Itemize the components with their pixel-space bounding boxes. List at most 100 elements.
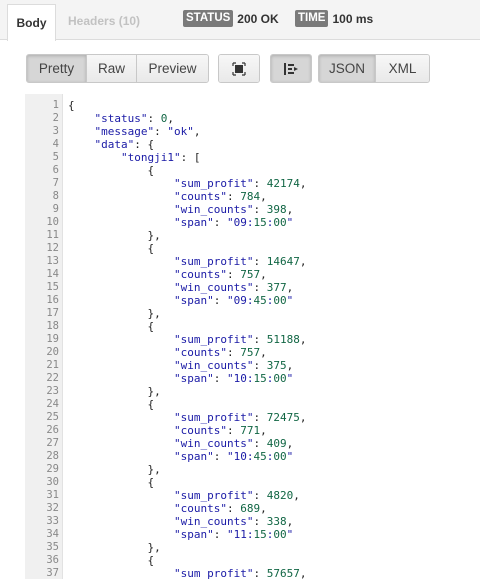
status-label: STATUS <box>183 10 234 27</box>
line-number: 8 <box>52 190 59 202</box>
pretty-button[interactable]: Pretty <box>27 55 87 82</box>
code-text: "span": "09:45:00" <box>173 294 294 307</box>
code-text: "sum_profit": 57657, <box>173 567 307 579</box>
raw-button[interactable]: Raw <box>87 55 137 82</box>
line-number: 11 <box>46 229 59 241</box>
code-text: "span": "10:45:00" <box>173 450 294 463</box>
code-line: 23 }, <box>25 385 480 398</box>
code-line: 29 }, <box>25 463 480 476</box>
code-line: 3 "message": "ok", <box>25 125 480 138</box>
line-number: 25 <box>46 411 59 423</box>
code-line: 19 "sum_profit": 51188, <box>25 333 480 346</box>
code-line: 22 "span": "10:15:00" <box>25 372 480 385</box>
line-number: 26 <box>46 424 59 436</box>
expand-button[interactable] <box>219 55 259 82</box>
line-number: 12 <box>46 242 59 254</box>
line-number: 32 <box>46 502 59 514</box>
line-number: 24 <box>46 398 59 410</box>
code-line: 30 { <box>25 476 480 489</box>
code-text: "sum_profit": 51188, <box>173 333 307 346</box>
response-tab-bar: Body Headers (10) STATUS 200 OK TIME 100… <box>0 0 480 41</box>
code-line: 10 "span": "09:15:00" <box>25 216 480 229</box>
tab-body[interactable]: Body <box>7 4 56 41</box>
code-text: "win_counts": 375, <box>173 359 294 372</box>
code-line: 35 }, <box>25 541 480 554</box>
code-text: "counts": 757, <box>173 346 267 359</box>
code-line: 18 { <box>25 320 480 333</box>
code-text: "counts": 689, <box>173 502 267 515</box>
code-line: 4 "data": { <box>25 138 480 151</box>
code-text: "status": 0, <box>94 112 174 125</box>
line-number: 35 <box>46 541 59 553</box>
line-number: 15 <box>46 281 59 293</box>
code-line: 15 "win_counts": 377, <box>25 281 480 294</box>
code-text: }, <box>68 229 161 242</box>
code-line: 1{ <box>25 99 480 112</box>
code-text: { <box>68 476 155 489</box>
status-value: 200 OK <box>237 11 279 26</box>
code-line: 16 "span": "09:45:00" <box>25 294 480 307</box>
line-number: 33 <box>46 515 59 527</box>
code-text: "counts": 784, <box>173 190 267 203</box>
line-number: 4 <box>52 138 59 150</box>
code-line: 11 }, <box>25 229 480 242</box>
code-text: "tongji1": [ <box>120 151 201 164</box>
line-number: 3 <box>52 125 59 137</box>
expand-button-group <box>218 54 260 83</box>
line-number: 6 <box>52 164 59 176</box>
code-text: "win_counts": 338, <box>173 515 294 528</box>
code-text: "counts": 757, <box>173 268 267 281</box>
line-number: 27 <box>46 437 59 449</box>
code-text: "sum_profit": 72475, <box>173 411 307 424</box>
code-line: 36 { <box>25 554 480 567</box>
wrap-button-group <box>270 54 312 83</box>
code-text: "span": "11:15:00" <box>173 528 294 541</box>
code-text: "span": "09:15:00" <box>173 216 294 229</box>
code-line: 31 "sum_profit": 4820, <box>25 489 480 502</box>
code-text: }, <box>68 307 161 320</box>
code-line: 32 "counts": 689, <box>25 502 480 515</box>
code-text: }, <box>68 541 161 554</box>
code-text: { <box>68 164 155 177</box>
response-code-view[interactable]: 1{2 "status": 0, 3 "message": "ok", 4 "dat… <box>25 94 480 579</box>
code-line: 34 "span": "11:15:00" <box>25 528 480 541</box>
wrap-button[interactable] <box>271 55 311 82</box>
line-number: 5 <box>52 151 59 163</box>
line-number: 2 <box>52 112 59 124</box>
code-line: 21 "win_counts": 375, <box>25 359 480 372</box>
line-number: 13 <box>46 255 59 267</box>
code-line: 37 "sum_profit": 57657, <box>25 567 480 579</box>
code-text: "sum_profit": 4820, <box>173 489 300 502</box>
code-text: "counts": 771, <box>173 424 267 437</box>
line-number: 16 <box>46 294 59 306</box>
format-group: JSON XML <box>318 54 430 83</box>
time-indicator: TIME 100 ms <box>295 10 373 27</box>
code-line: 33 "win_counts": 338, <box>25 515 480 528</box>
code-line: 20 "counts": 757, <box>25 346 480 359</box>
line-number: 28 <box>46 450 59 462</box>
time-label: TIME <box>295 10 329 27</box>
line-number: 19 <box>46 333 59 345</box>
line-number: 18 <box>46 320 59 332</box>
code-text: "win_counts": 409, <box>173 437 294 450</box>
code-line: 7 "sum_profit": 42174, <box>25 177 480 190</box>
code-line: 2 "status": 0, <box>25 112 480 125</box>
line-number: 31 <box>46 489 59 501</box>
line-number: 21 <box>46 359 59 371</box>
line-number: 30 <box>46 476 59 488</box>
code-text: "win_counts": 398, <box>173 203 294 216</box>
code-text: { <box>68 99 75 112</box>
code-line: 17 }, <box>25 307 480 320</box>
code-text: { <box>68 242 155 255</box>
json-button[interactable]: JSON <box>319 55 376 82</box>
preview-button[interactable]: Preview <box>137 55 208 82</box>
view-mode-group: Pretty Raw Preview <box>26 54 209 83</box>
line-number: 22 <box>46 372 59 384</box>
line-number: 10 <box>46 216 59 228</box>
code-line: 28 "span": "10:45:00" <box>25 450 480 463</box>
line-number: 1 <box>52 99 59 111</box>
line-number: 9 <box>52 203 59 215</box>
code-line: 8 "counts": 784, <box>25 190 480 203</box>
tab-headers[interactable]: Headers (10) <box>68 4 140 38</box>
xml-button[interactable]: XML <box>376 55 429 82</box>
